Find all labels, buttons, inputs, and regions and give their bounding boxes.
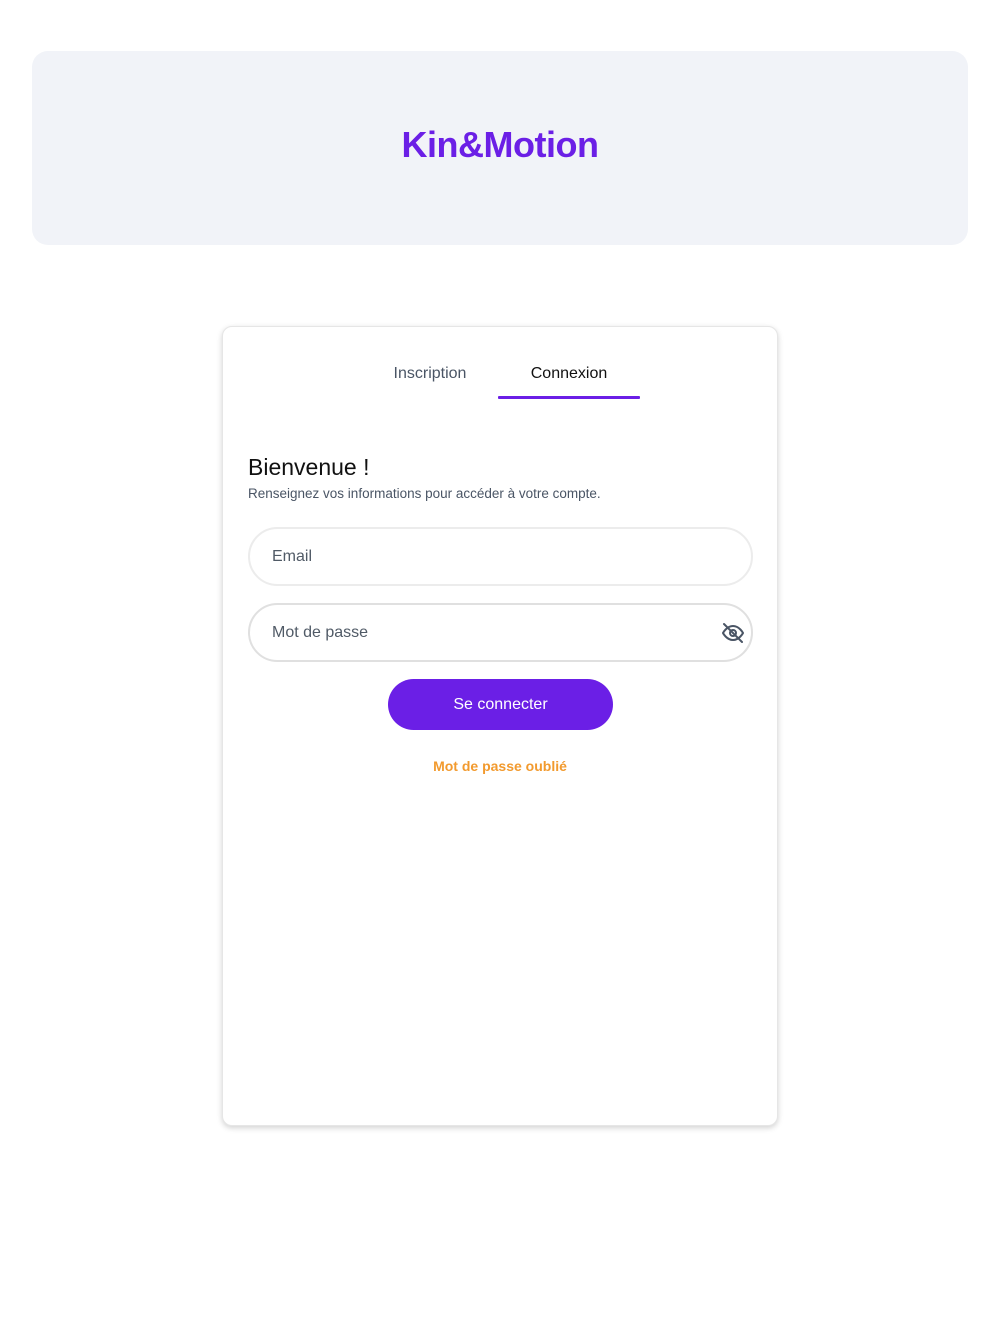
email-input[interactable] — [272, 547, 695, 566]
password-field — [248, 603, 753, 662]
eye-off-icon[interactable] — [721, 621, 745, 645]
welcome-title: Bienvenue ! — [248, 454, 370, 480]
auth-tabs: Inscription Connexion — [223, 327, 777, 401]
auth-card: Inscription Connexion Bienvenue ! Rensei… — [222, 326, 778, 1126]
password-input[interactable] — [272, 623, 695, 642]
welcome-subtitle: Renseignez vos informations pour accéder… — [248, 486, 601, 501]
forgot-password-link[interactable]: Mot de passe oublié — [223, 758, 777, 774]
login-button[interactable]: Se connecter — [388, 679, 613, 730]
tab-inscription[interactable]: Inscription — [359, 327, 501, 399]
tab-connexion[interactable]: Connexion — [498, 327, 640, 399]
login-page: Kin&Motion Inscription Connexion Bienven… — [0, 0, 1000, 1334]
active-tab-indicator — [498, 396, 640, 399]
email-field — [248, 527, 753, 586]
header-banner: Kin&Motion — [32, 51, 968, 245]
brand-logo-text: Kin&Motion — [401, 124, 599, 165]
